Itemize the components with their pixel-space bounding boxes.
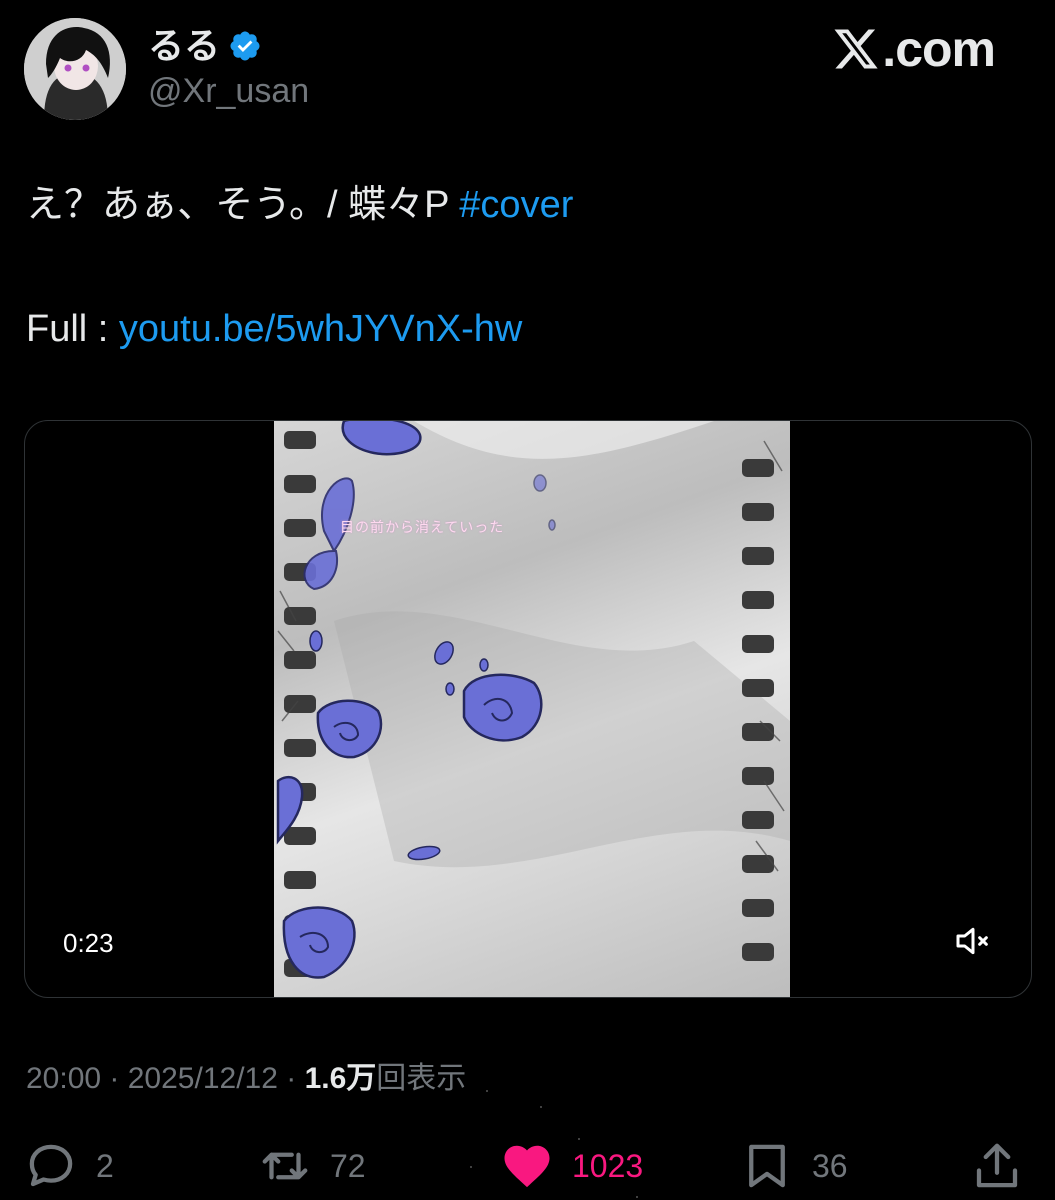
full-label: Full : [26,308,119,350]
tweet-text-line: え？あぁ、そう。/ 蝶々P #cover [26,182,573,228]
meta-separator: · [277,1062,305,1095]
lyric-caption: 目の前から消えていった [340,520,505,536]
bookmark-count: 36 [812,1147,848,1184]
tweet-text: え？あぁ、そう。/ 蝶々P [26,184,460,226]
site-domain: .com [882,21,996,77]
reply-count: 2 [96,1147,114,1184]
x-logo-icon [834,29,878,69]
share-icon [976,1143,1018,1188]
retweet-icon [262,1152,308,1180]
video-artwork [276,421,790,979]
hashtag-link[interactable]: #cover [459,184,573,226]
speaker-muted-icon [956,927,988,955]
verified-badge-icon [228,29,262,63]
display-name[interactable]: るる [148,24,220,68]
avatar[interactable] [24,18,126,120]
avatar-image [24,18,126,120]
reply-button[interactable]: 2 [24,1138,114,1194]
post-time[interactable]: 20:00 [26,1062,101,1095]
mute-button[interactable] [953,921,993,961]
retweet-count: 72 [330,1147,366,1184]
decorative-dot [636,1196,638,1198]
decorative-dot [486,1090,488,1092]
share-button[interactable] [970,1138,1024,1194]
author-name-row[interactable]: るる [148,24,262,68]
post-date[interactable]: 2025/12/12 [128,1062,278,1095]
site-logo: .com [832,21,996,77]
video-player[interactable]: 目の前から消えていった 0:23 [24,420,1032,998]
bookmark-button[interactable]: 36 [740,1138,848,1194]
video-time: 0:23 [63,928,114,958]
author-handle[interactable]: @Xr_usan [148,70,309,112]
decorative-dot [540,1106,542,1108]
heart-icon [504,1145,550,1188]
bookmark-icon [749,1144,785,1188]
tweet-link-line: Full : youtu.be/5whJYVnX-hw [26,306,522,352]
views-label: 回表示 [376,1062,467,1095]
retweet-button[interactable]: 72 [258,1138,366,1194]
like-button[interactable]: 1023 [500,1138,643,1194]
youtube-link[interactable]: youtu.be/5whJYVnX-hw [119,308,522,350]
decorative-dot [578,1138,580,1140]
meta-separator: · [101,1062,128,1095]
decorative-dot [470,1166,472,1168]
tweet-meta: 20:00 · 2025/12/12 · 1.6万回表示 [26,1060,466,1098]
video-frame[interactable]: 目の前から消えていった [274,421,790,997]
like-count: 1023 [572,1147,644,1184]
reply-icon [29,1144,73,1187]
views-count: 1.6万 [304,1062,377,1095]
